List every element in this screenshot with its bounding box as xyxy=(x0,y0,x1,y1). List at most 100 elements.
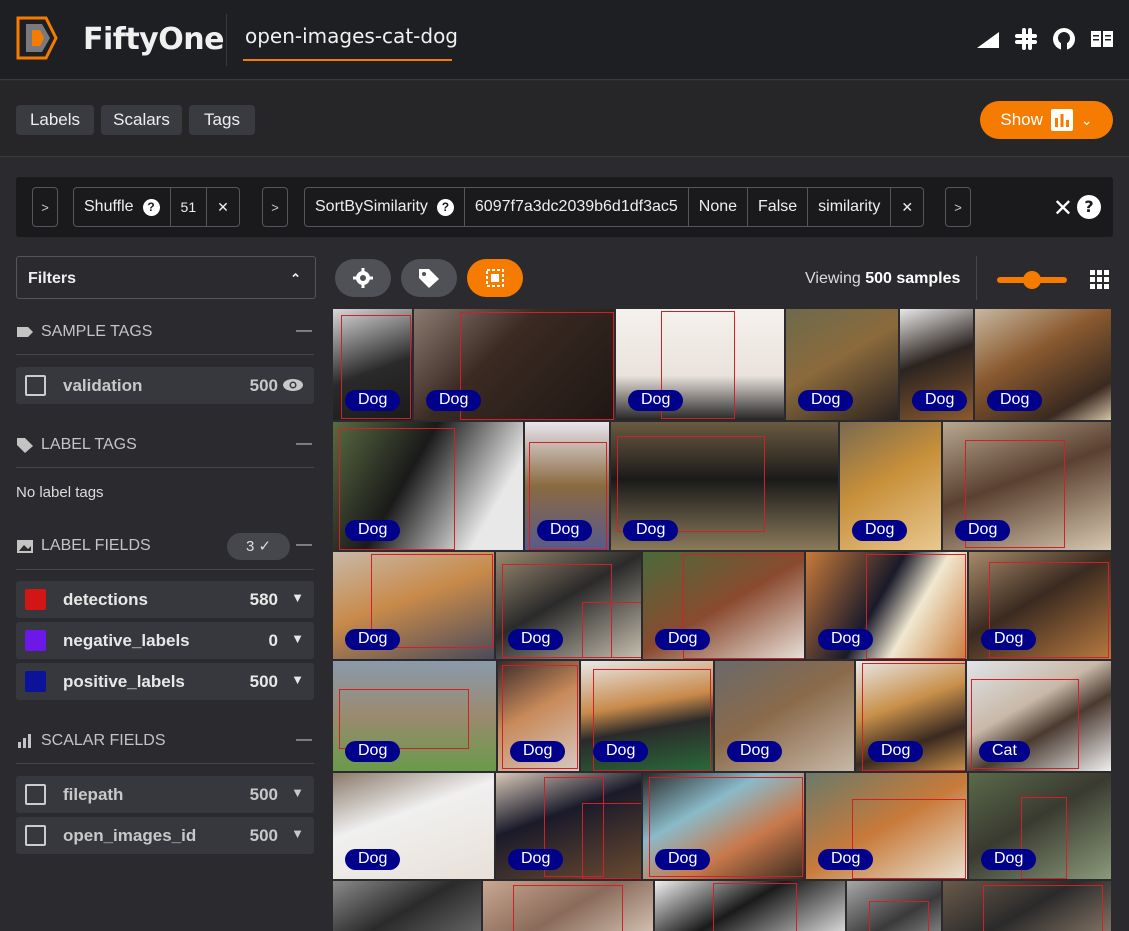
zoom-slider-handle[interactable] xyxy=(1023,271,1041,289)
help-icon[interactable]: ? xyxy=(1077,195,1101,219)
sample-tile[interactable]: Dog xyxy=(643,552,806,661)
field-checkbox[interactable] xyxy=(25,630,46,651)
clear-view-icon[interactable]: ✕ xyxy=(1053,194,1073,222)
field-checkbox[interactable] xyxy=(25,784,46,805)
label-field-row-negative[interactable]: negative_labels 0 ▼ xyxy=(16,622,314,659)
field-checkbox[interactable] xyxy=(25,671,46,692)
tag-checkbox[interactable] xyxy=(25,375,46,396)
collapse-icon[interactable]: — xyxy=(296,731,312,749)
sample-tile[interactable]: Dog xyxy=(969,773,1113,881)
sample-tile[interactable]: Dog xyxy=(333,661,498,773)
sample-tile[interactable]: Dog xyxy=(581,661,715,773)
help-icon[interactable]: ? xyxy=(436,198,454,216)
sample-tile[interactable]: Dog xyxy=(498,661,581,773)
sample-tile[interactable] xyxy=(847,881,943,931)
section-title: SAMPLE TAGS xyxy=(41,323,153,340)
stage-name[interactable]: Shuffle? xyxy=(74,188,171,226)
stage-shuffle[interactable]: Shuffle? 51 ✕ xyxy=(73,187,240,227)
sample-tile[interactable] xyxy=(655,881,847,931)
sample-tile[interactable]: Dog xyxy=(496,552,643,661)
stage-sort-by-similarity[interactable]: SortBySimilarity? 6097f7a3dc2039b6d1df3a… xyxy=(304,187,925,227)
fiftyone-logo-icon[interactable] xyxy=(14,14,60,62)
field-checkbox[interactable] xyxy=(25,589,46,610)
grid-icon[interactable] xyxy=(1089,269,1109,289)
show-button[interactable]: Show ⌄ xyxy=(980,101,1113,139)
caret-down-icon[interactable]: ▼ xyxy=(291,672,304,687)
tab-scalars[interactable]: Scalars xyxy=(101,105,182,135)
help-icon[interactable]: ? xyxy=(142,198,160,216)
signal-icon[interactable] xyxy=(975,26,1001,52)
sample-tile[interactable]: Dog xyxy=(943,422,1113,552)
eye-icon[interactable] xyxy=(282,377,304,393)
label-field-row-detections[interactable]: detections 580 ▼ xyxy=(16,581,314,618)
sample-tile[interactable]: Dog xyxy=(414,309,616,422)
field-checkbox[interactable] xyxy=(25,825,46,846)
sample-tile[interactable]: Dog xyxy=(900,309,975,422)
stage-param-reverse[interactable]: False xyxy=(748,188,809,226)
sample-tile[interactable]: Dog xyxy=(856,661,967,773)
stage-param-query-id[interactable]: 6097f7a3dc2039b6d1df3ac5 xyxy=(465,188,689,226)
sample-tile[interactable] xyxy=(333,881,483,931)
remove-stage-icon[interactable]: ✕ xyxy=(207,188,239,226)
sample-tile[interactable]: Cat xyxy=(967,661,1113,773)
section-scalar-fields[interactable]: SCALAR FIELDS — xyxy=(16,729,314,753)
settings-button[interactable] xyxy=(335,259,391,297)
tag-samples-button[interactable] xyxy=(401,259,457,297)
collapse-icon[interactable]: — xyxy=(296,322,312,340)
caret-down-icon[interactable]: ▼ xyxy=(291,826,304,841)
patches-button[interactable] xyxy=(467,259,523,297)
sample-tile[interactable]: Dog xyxy=(969,552,1113,661)
sample-tile[interactable]: Dog xyxy=(643,773,806,881)
add-stage-button[interactable]: > xyxy=(945,187,971,227)
label-field-row-positive[interactable]: positive_labels 500 ▼ xyxy=(16,663,314,700)
caret-down-icon[interactable]: ▼ xyxy=(291,590,304,605)
remove-stage-icon[interactable]: ✕ xyxy=(891,188,923,226)
sample-tile[interactable] xyxy=(943,881,1113,931)
sample-tile[interactable]: Dog xyxy=(333,773,496,881)
sample-tile[interactable]: Dog xyxy=(333,309,414,422)
scalar-field-row-open-images-id[interactable]: open_images_id 500 ▼ xyxy=(16,817,314,854)
zoom-slider[interactable] xyxy=(997,271,1067,289)
sample-tile[interactable]: Dog xyxy=(806,552,969,661)
sample-tile[interactable]: Dog xyxy=(975,309,1113,422)
sample-tile[interactable]: Dog xyxy=(616,309,786,422)
sample-tile[interactable]: Dog xyxy=(333,422,525,552)
label-tag: Dog xyxy=(727,741,783,762)
add-stage-button[interactable]: > xyxy=(32,187,58,227)
scalar-field-row-filepath[interactable]: filepath 500 ▼ xyxy=(16,776,314,813)
sample-tag-row[interactable]: validation 500 xyxy=(16,367,314,404)
sample-tile[interactable]: Dog xyxy=(611,422,840,552)
tab-labels[interactable]: Labels xyxy=(16,105,94,135)
add-stage-button[interactable]: > xyxy=(262,187,288,227)
label-tag: Dog xyxy=(981,849,1037,870)
sample-tile[interactable]: Dog xyxy=(806,773,969,881)
stage-param-brain-key[interactable]: similarity xyxy=(808,188,892,226)
sample-tile[interactable]: Dog xyxy=(333,552,496,661)
collapse-icon[interactable]: — xyxy=(296,435,312,453)
section-title: LABEL FIELDS xyxy=(41,537,151,554)
stage-param-seed[interactable]: 51 xyxy=(171,188,208,226)
stage-name[interactable]: SortBySimilarity? xyxy=(305,188,465,226)
stage-param-k[interactable]: None xyxy=(689,188,749,226)
sample-tile[interactable]: Dog xyxy=(715,661,856,773)
filters-dropdown[interactable]: Filters ⌃ xyxy=(16,256,316,299)
section-sample-tags[interactable]: SAMPLE TAGS — xyxy=(16,320,314,344)
github-icon[interactable] xyxy=(1051,26,1077,52)
dataset-selector[interactable]: open-images-cat-dog xyxy=(245,24,458,48)
sample-tile[interactable]: Dog xyxy=(840,422,943,552)
tab-tags[interactable]: Tags xyxy=(189,105,255,135)
section-divider xyxy=(16,354,314,355)
docs-icon[interactable] xyxy=(1089,26,1115,52)
sample-tile[interactable]: Dog xyxy=(496,773,643,881)
caret-down-icon[interactable]: ▼ xyxy=(291,631,304,646)
selected-count-badge[interactable]: 3 ✓ xyxy=(227,533,290,560)
sample-tile[interactable]: Dog xyxy=(525,422,611,552)
sample-tile[interactable] xyxy=(483,881,655,931)
toolbar-divider xyxy=(976,256,977,300)
slack-icon[interactable] xyxy=(1013,26,1039,52)
caret-down-icon[interactable]: ▼ xyxy=(291,785,304,800)
collapse-icon[interactable]: — xyxy=(296,536,312,554)
brand-name[interactable]: FiftyOne xyxy=(83,22,224,57)
sample-tile[interactable]: Dog xyxy=(786,309,900,422)
section-label-tags[interactable]: LABEL TAGS — xyxy=(16,433,314,457)
